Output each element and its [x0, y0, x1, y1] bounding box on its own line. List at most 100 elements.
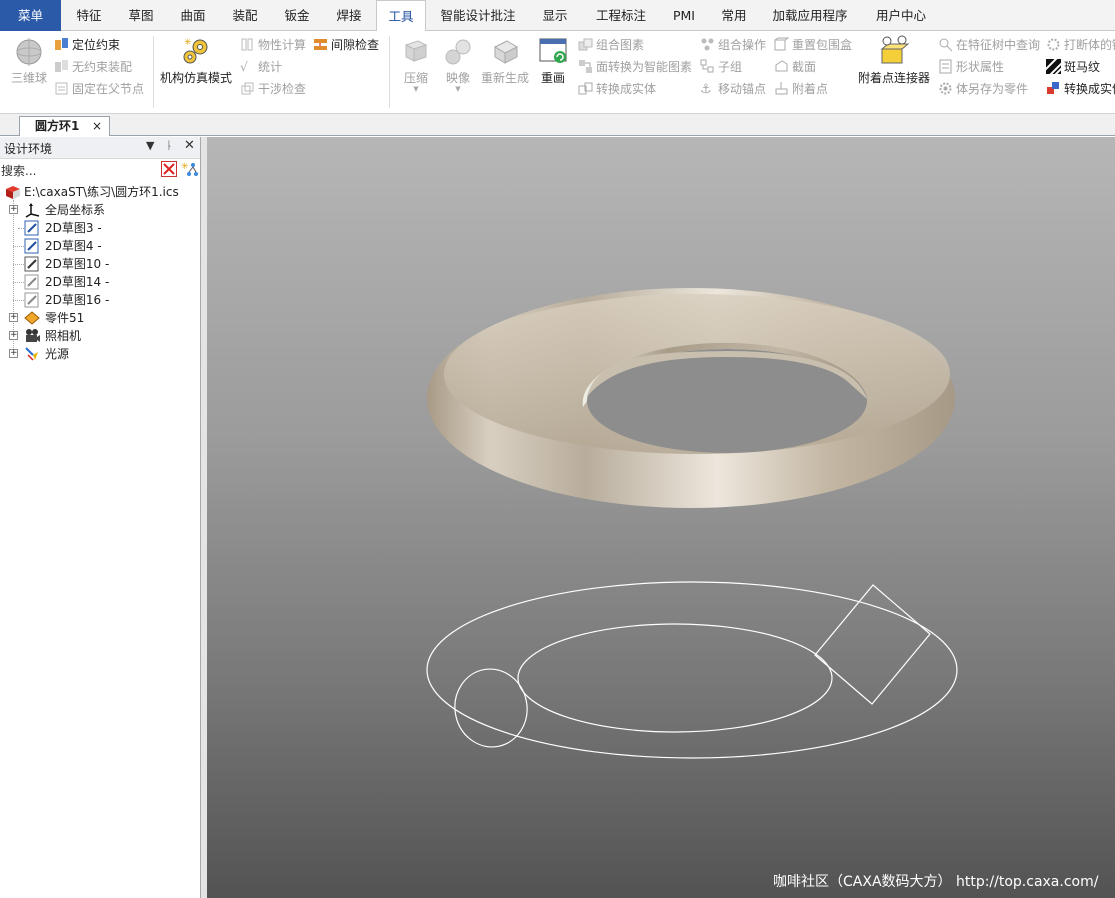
- combine-op-button[interactable]: 组合操作: [700, 35, 766, 55]
- interference-button[interactable]: 干涉检查: [240, 79, 306, 99]
- compress-icon: [400, 35, 432, 67]
- tree-item-part51[interactable]: + 零件51: [0, 309, 200, 327]
- tri-ball-button[interactable]: 三维球: [8, 35, 50, 85]
- tree-item-sketch3[interactable]: 2D草图3 -: [0, 219, 200, 237]
- tree-item-label: 2D草图16 -: [45, 293, 110, 307]
- zebra-button[interactable]: 斑马纹: [1043, 56, 1100, 77]
- sketch-wireframe[interactable]: [426, 581, 958, 759]
- convert-button[interactable]: 转换成实体: [1046, 79, 1115, 99]
- tree-item-camera[interactable]: + 照相机: [0, 327, 200, 345]
- svg-text:✳: ✳: [181, 162, 189, 172]
- close-icon[interactable]: ✕: [184, 138, 195, 153]
- tree-item-sketch16[interactable]: 2D草图16 -: [0, 291, 200, 309]
- mech-sim-button[interactable]: ✳ 机构仿真模式: [158, 35, 234, 85]
- pane-title: 设计环境: [4, 142, 53, 156]
- tab-menu[interactable]: 菜单: [0, 0, 61, 31]
- tab-sheetmetal[interactable]: 钣金: [272, 0, 322, 31]
- tab-load-apps[interactable]: 加载应用程序: [764, 0, 856, 31]
- attach-connector-button[interactable]: 附着点连接器: [856, 35, 932, 85]
- redraw-icon: [537, 35, 569, 67]
- shape-props-icon: [938, 59, 953, 74]
- combine-shapes-icon: [578, 37, 593, 52]
- tab-sketch[interactable]: 草图: [116, 0, 166, 31]
- light-icon: [24, 346, 40, 362]
- document-tab[interactable]: 圆方环1 ×: [19, 116, 110, 136]
- save-as-part-button[interactable]: 体另存为零件: [938, 79, 1028, 99]
- ribbon-separator: [153, 36, 154, 108]
- expand-icon[interactable]: +: [9, 331, 18, 340]
- tree-item-sketch4[interactable]: 2D草图4 -: [0, 237, 200, 255]
- tab-common[interactable]: 常用: [712, 0, 756, 31]
- zebra-icon: [1043, 56, 1064, 77]
- combine-op-icon: [700, 37, 715, 52]
- dropdown-arrow-icon: ▼: [413, 85, 419, 93]
- mirror-map-button[interactable]: 映像 ▼: [440, 35, 476, 93]
- ring-solid[interactable]: [427, 288, 955, 508]
- to-solid-button[interactable]: 转换成实体: [578, 79, 656, 99]
- face-to-smart-button[interactable]: 面转换为智能图素: [578, 57, 692, 77]
- tab-display[interactable]: 显示: [530, 0, 580, 31]
- pin-icon[interactable]: ᚿ: [166, 139, 173, 152]
- redraw-button[interactable]: 重画: [536, 35, 570, 85]
- stats-button[interactable]: √ 统计: [240, 57, 282, 77]
- tree-item-sketch14[interactable]: 2D草图14 -: [0, 273, 200, 291]
- tree-root[interactable]: E:\caxaST\练习\圆方环1.ics: [0, 183, 200, 201]
- tab-smart-annotation[interactable]: 智能设计批注: [432, 0, 524, 31]
- query-tree-button[interactable]: 在特征树中查询: [938, 35, 1040, 55]
- section-button[interactable]: 截面: [774, 57, 816, 77]
- break-link-icon: [1046, 37, 1061, 52]
- expand-icon[interactable]: +: [9, 349, 18, 358]
- subgroup-button[interactable]: 子组: [700, 57, 742, 77]
- clearance-button[interactable]: 间隙检查: [313, 35, 379, 55]
- fix-parent-button[interactable]: 固定在父节点: [54, 79, 144, 99]
- square-section-sketch: [814, 584, 931, 705]
- tree-item-global-axes[interactable]: + 全局坐标系: [0, 201, 200, 219]
- search-input[interactable]: 搜索...: [1, 162, 36, 179]
- face-to-smart-icon: [578, 59, 593, 74]
- clear-search-icon[interactable]: [161, 161, 177, 177]
- tree-item-label: 光源: [45, 347, 70, 361]
- dropdown-icon[interactable]: ▼: [146, 139, 154, 152]
- inner-ellipse-sketch: [517, 623, 833, 733]
- convert-icon: [1046, 81, 1061, 96]
- combine-shapes-button[interactable]: 组合图素: [578, 35, 644, 55]
- pane-header: 设计环境 ▼ ᚿ ✕: [0, 137, 200, 159]
- close-icon[interactable]: ×: [92, 117, 102, 136]
- break-link-button[interactable]: 打断体的链接: [1046, 35, 1115, 55]
- expand-icon[interactable]: +: [9, 205, 18, 214]
- document-tab-label: 圆方环1: [35, 119, 80, 133]
- attach-point-icon: [774, 81, 789, 96]
- document-tab-bar: 圆方环1 ×: [0, 114, 1115, 136]
- tab-eng-annotation[interactable]: 工程标注: [588, 0, 654, 31]
- 3d-scene[interactable]: [207, 137, 1115, 898]
- free-assembly-button[interactable]: 无约束装配: [54, 57, 132, 77]
- circle-section-sketch: [454, 668, 528, 748]
- to-solid-icon: [578, 81, 593, 96]
- tab-assembly[interactable]: 装配: [220, 0, 270, 31]
- tree-search[interactable]: 搜索... ✳: [0, 159, 200, 181]
- move-anchor-button[interactable]: ⚓ 移动锚点: [700, 79, 766, 99]
- gear-icon: [938, 81, 953, 96]
- tab-tools[interactable]: 工具: [376, 0, 426, 32]
- position-constraint-button[interactable]: 定位约束: [54, 35, 120, 55]
- tab-surface[interactable]: 曲面: [168, 0, 218, 31]
- tab-pmi[interactable]: PMI: [662, 0, 706, 31]
- sketch-icon: [24, 238, 40, 254]
- tree-filter-icon[interactable]: ✳: [181, 161, 199, 178]
- shape-props-button[interactable]: 形状属性: [938, 57, 1004, 77]
- reset-bbox-button[interactable]: 重置包围盒: [774, 35, 852, 55]
- watermark: 咖啡社区（CAXA数码大方） http://top.caxa.com/: [773, 874, 1099, 890]
- tab-welding[interactable]: 焊接: [324, 0, 374, 31]
- query-tree-icon: [938, 37, 953, 52]
- tab-user-center[interactable]: 用户中心: [866, 0, 936, 31]
- tree-item-sketch10[interactable]: 2D草图10 -: [0, 255, 200, 273]
- mass-props-button[interactable]: 物性计算: [240, 35, 306, 55]
- regenerate-button[interactable]: 重新生成: [480, 35, 530, 85]
- attach-point-button[interactable]: 附着点: [774, 79, 828, 99]
- tab-features[interactable]: 特征: [64, 0, 114, 31]
- tree-item-light[interactable]: + 光源: [0, 345, 200, 363]
- expand-icon[interactable]: +: [9, 313, 18, 322]
- tree-item-label: 2D草图4 -: [45, 239, 102, 253]
- compress-button[interactable]: 压缩 ▼: [398, 35, 434, 93]
- sketch-icon: [24, 256, 40, 272]
